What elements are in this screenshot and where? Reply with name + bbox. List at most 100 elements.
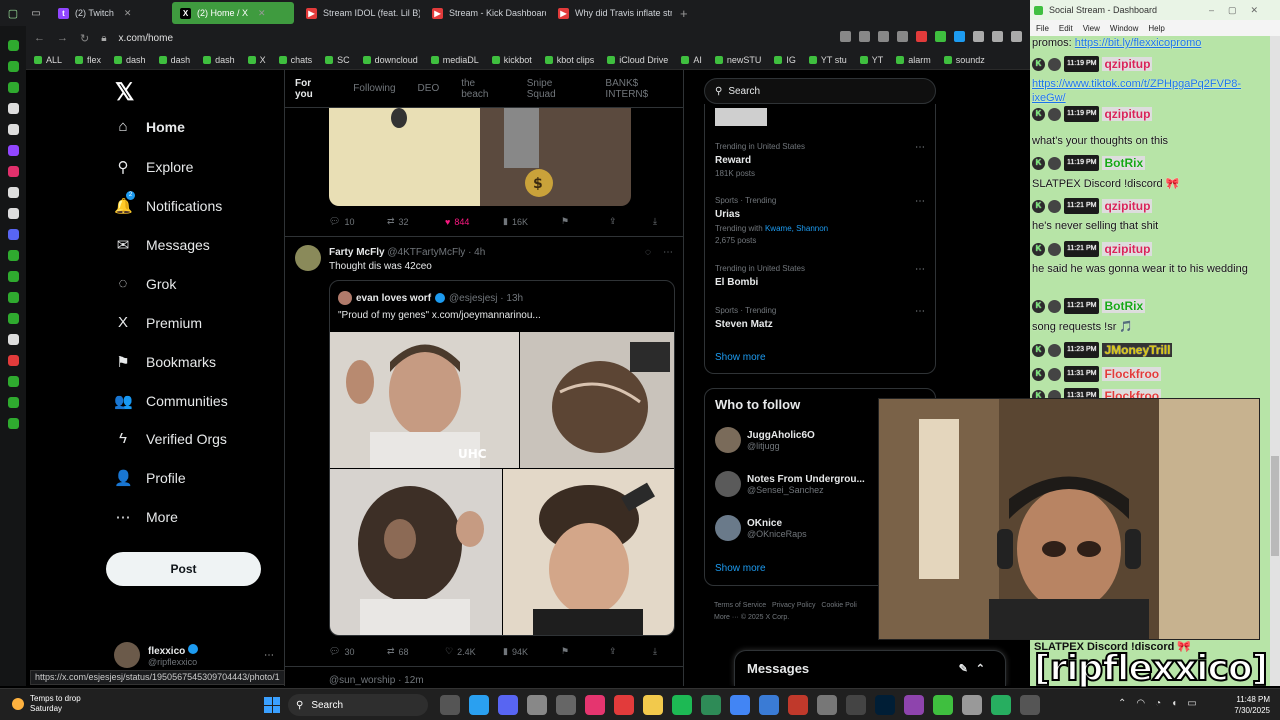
more-icon[interactable]: ⋯ xyxy=(915,196,925,207)
taskbar-app-icon[interactable] xyxy=(962,695,982,715)
sidebar-app-icon[interactable] xyxy=(7,82,19,93)
nav-item-verified-orgs[interactable]: ϟ Verified Orgs xyxy=(114,430,227,447)
menu-item[interactable]: Edit xyxy=(1059,24,1073,33)
clock[interactable]: 11:48 PM 7/30/2025 xyxy=(1234,694,1270,716)
discord-icon[interactable] xyxy=(7,229,19,240)
nav-item-profile[interactable]: 👤 Profile xyxy=(114,469,186,487)
network-icon[interactable]: ◠ xyxy=(1136,698,1145,709)
heart-icon[interactable] xyxy=(897,31,908,42)
show-more-follow[interactable]: Show more xyxy=(715,563,766,574)
tweet-author-name[interactable]: Farty McFly xyxy=(329,247,385,258)
feed-tab[interactable]: DEO xyxy=(418,83,440,94)
tiktok-icon[interactable] xyxy=(585,695,605,715)
puzzle-icon[interactable] xyxy=(973,31,984,42)
sidebar-app-icon[interactable] xyxy=(7,313,19,324)
follow-suggestion[interactable]: OKnice @OKniceRaps xyxy=(715,515,807,541)
sidebar-app-icon[interactable] xyxy=(7,124,19,135)
show-more-trends[interactable]: Show more xyxy=(715,352,766,363)
avatar[interactable] xyxy=(295,245,321,271)
menu-item[interactable]: Window xyxy=(1110,24,1138,33)
trend-item[interactable]: Sports · Trending Urias Trending with Kw… xyxy=(715,196,925,245)
volume-icon[interactable]: ◖ xyxy=(1171,698,1177,709)
bookmark-item[interactable]: YT stu xyxy=(808,55,847,65)
reply-button[interactable]: 💬︎ 30 xyxy=(329,646,387,657)
trend-item[interactable]: Trending in United States Reward 181K po… xyxy=(715,142,925,178)
instagram-icon[interactable] xyxy=(7,166,19,177)
bookmark-item[interactable]: dash xyxy=(114,55,146,65)
repost-button[interactable]: ⇄ 32 xyxy=(387,216,445,227)
browser-tab[interactable]: ▶Stream - Kick Dashboard✕ xyxy=(424,2,546,24)
tweet-image[interactable]: UHC xyxy=(330,332,519,468)
search-input[interactable]: ⚲ Search xyxy=(704,78,936,104)
more-icon[interactable]: ⋯ xyxy=(264,650,274,661)
bookmark-item[interactable]: kbot clips xyxy=(544,55,594,65)
taskbar-app-icon[interactable] xyxy=(817,695,837,715)
nav-item-communities[interactable]: 👥 Communities xyxy=(114,392,228,410)
nav-item-home[interactable]: ⌂ Home xyxy=(114,118,184,135)
download-icon[interactable]: ⤓ xyxy=(653,216,667,227)
nav-item-premium[interactable]: X Premium xyxy=(114,314,202,331)
terms-link[interactable]: Terms of Service xyxy=(714,602,766,609)
chat-username[interactable]: BotRix xyxy=(1102,156,1146,170)
tweet-image[interactable] xyxy=(330,469,502,635)
download-icon[interactable]: ⤓ xyxy=(653,646,667,657)
nav-item-notifications[interactable]: 🔔 2 Notifications xyxy=(114,191,222,215)
views-button[interactable]: ▮ 16K xyxy=(503,216,561,227)
extension-icon[interactable] xyxy=(954,31,965,42)
views-button[interactable]: ▮ 94K xyxy=(503,646,561,657)
menu-item[interactable]: File xyxy=(1036,24,1049,33)
browser-tab[interactable]: t (2) Twitch ✕ xyxy=(50,2,168,24)
bookmark-item[interactable]: SC xyxy=(325,55,350,65)
bookmark-item[interactable]: AI xyxy=(681,55,702,65)
weather-widget[interactable]: Temps to drop Saturday xyxy=(12,694,81,714)
trend-item[interactable]: Trending in United States El Bombi ⋯ xyxy=(715,264,925,288)
sidebar-app-icon[interactable] xyxy=(7,271,19,282)
file-explorer-icon[interactable] xyxy=(643,695,663,715)
taskbar-app-icon[interactable] xyxy=(469,695,489,715)
nav-item-messages[interactable]: ✉ Messages xyxy=(114,236,210,254)
taskbar-app-icon[interactable] xyxy=(556,695,576,715)
chat-username[interactable]: Flockfroo xyxy=(1102,367,1162,381)
bookmark-item[interactable]: downcloud xyxy=(362,55,418,65)
sidebar-app-icon[interactable] xyxy=(7,292,19,303)
battery-icon[interactable]: ▭ xyxy=(1187,698,1196,709)
pin-icon[interactable] xyxy=(840,31,851,42)
close-icon[interactable]: ✕ xyxy=(258,8,266,19)
chevron-up-icon[interactable]: ⌃ xyxy=(1118,698,1126,709)
more-icon[interactable]: ⋯ xyxy=(915,142,925,153)
bookmark-button[interactable]: ⚑ xyxy=(561,646,609,657)
browser-tab[interactable]: ▶Why did Travis inflate stre✕ xyxy=(550,2,672,24)
bookmark-button[interactable]: ⚑ xyxy=(561,216,609,227)
account-switcher[interactable]: flexxico @ripflexxico ⋯ xyxy=(114,642,274,668)
more-icon[interactable]: ⋯ xyxy=(915,306,925,317)
tab-list-icon[interactable]: ▭ xyxy=(26,8,46,19)
new-tab-button[interactable]: + xyxy=(680,6,688,21)
reader-icon[interactable] xyxy=(859,31,870,42)
kick-icon[interactable] xyxy=(7,376,19,387)
tweet-image[interactable] xyxy=(503,469,674,635)
share-button[interactable]: ⇪ xyxy=(609,646,653,657)
x-icon[interactable] xyxy=(7,208,19,219)
bookmark-item[interactable]: IG xyxy=(774,55,796,65)
taskbar-search[interactable]: ⚲ Search xyxy=(288,694,428,716)
like-button[interactable]: ♥ 844 xyxy=(445,216,503,227)
feed-tab[interactable]: Following xyxy=(353,83,395,94)
url-field[interactable]: x.com/home xyxy=(119,33,173,44)
like-button[interactable]: ♡ 2.4K xyxy=(445,646,503,657)
cookie-link[interactable]: Cookie Poli xyxy=(821,602,856,609)
trend-item[interactable]: Sports · Trending Steven Matz ⋯ xyxy=(715,306,925,330)
chat-username[interactable]: qzipitup xyxy=(1102,107,1153,121)
messages-drawer[interactable]: Messages ✎⌃ xyxy=(734,650,1006,686)
taskbar-app-icon[interactable] xyxy=(846,695,866,715)
bookmark-item[interactable]: mediaDL xyxy=(430,55,479,65)
x-logo-icon[interactable]: 𝕏 xyxy=(115,78,134,107)
quoted-tweet[interactable]: evan loves worf @esjesjesj · 13h "Proud … xyxy=(329,280,675,636)
chrome-icon[interactable] xyxy=(730,695,750,715)
chat-username[interactable]: JMoneyTrill xyxy=(1102,343,1173,357)
feed-tab[interactable]: Snipe Squad xyxy=(527,78,584,100)
bookmark-item[interactable]: YT xyxy=(859,55,883,65)
bookmark-item[interactable]: alarm xyxy=(896,55,931,65)
bookmark-item[interactable]: chats xyxy=(278,55,312,65)
bookmark-item[interactable]: ALL xyxy=(34,55,62,65)
bookmark-item[interactable]: soundz xyxy=(943,55,985,65)
